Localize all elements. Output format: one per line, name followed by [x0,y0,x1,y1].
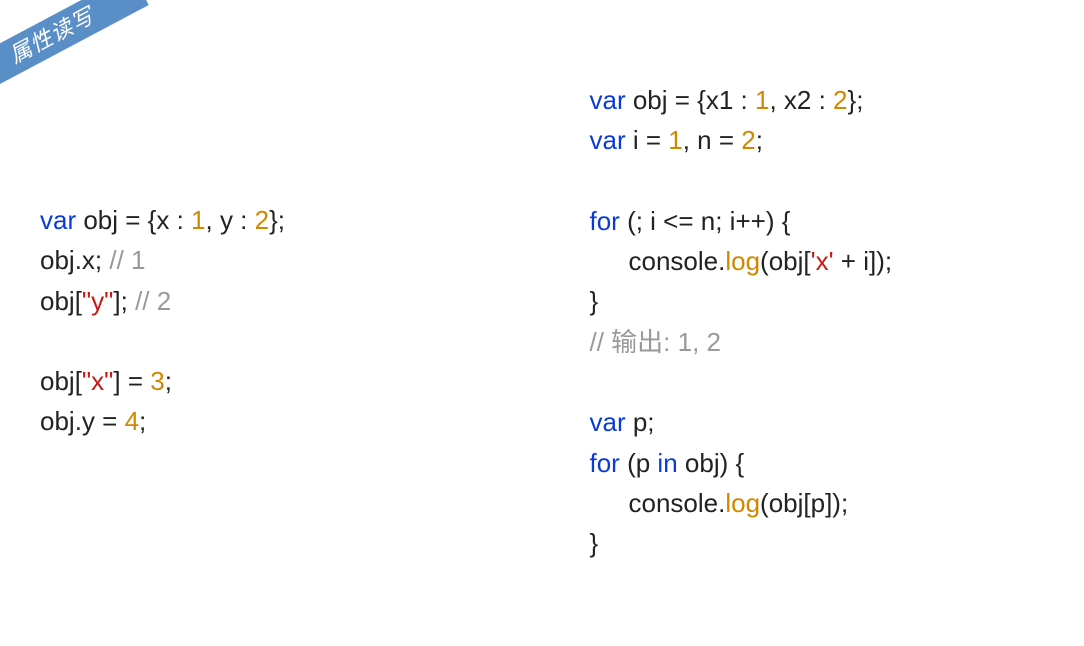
code-line: obj["x"] = 3; [40,361,495,401]
code-line: var p; [590,402,1045,442]
code-line: var i = 1, n = 2; [590,120,1045,160]
code-line: } [590,523,1045,563]
blank-line [590,362,1045,402]
left-code-block: var obj = {x : 1, y : 2}; obj.x; // 1 ob… [0,0,535,646]
code-line: } [590,281,1045,321]
code-line: console.log(obj['x' + i]); [590,241,1045,281]
right-code-block: var obj = {x1 : 1, x2 : 2}; var i = 1, n… [535,0,1084,646]
blank-line [590,161,1045,201]
code-line: obj.x; // 1 [40,240,495,280]
slide-columns: var obj = {x : 1, y : 2}; obj.x; // 1 ob… [0,0,1084,646]
code-line: // 输出: 1, 2 [590,322,1045,362]
code-line: obj["y"]; // 2 [40,281,495,321]
code-line: obj.y = 4; [40,401,495,441]
code-line: for (p in obj) { [590,443,1045,483]
code-line: var obj = {x : 1, y : 2}; [40,200,495,240]
blank-line [40,321,495,361]
code-line: console.log(obj[p]); [590,483,1045,523]
code-line: for (; i <= n; i++) { [590,201,1045,241]
code-line: var obj = {x1 : 1, x2 : 2}; [590,80,1045,120]
